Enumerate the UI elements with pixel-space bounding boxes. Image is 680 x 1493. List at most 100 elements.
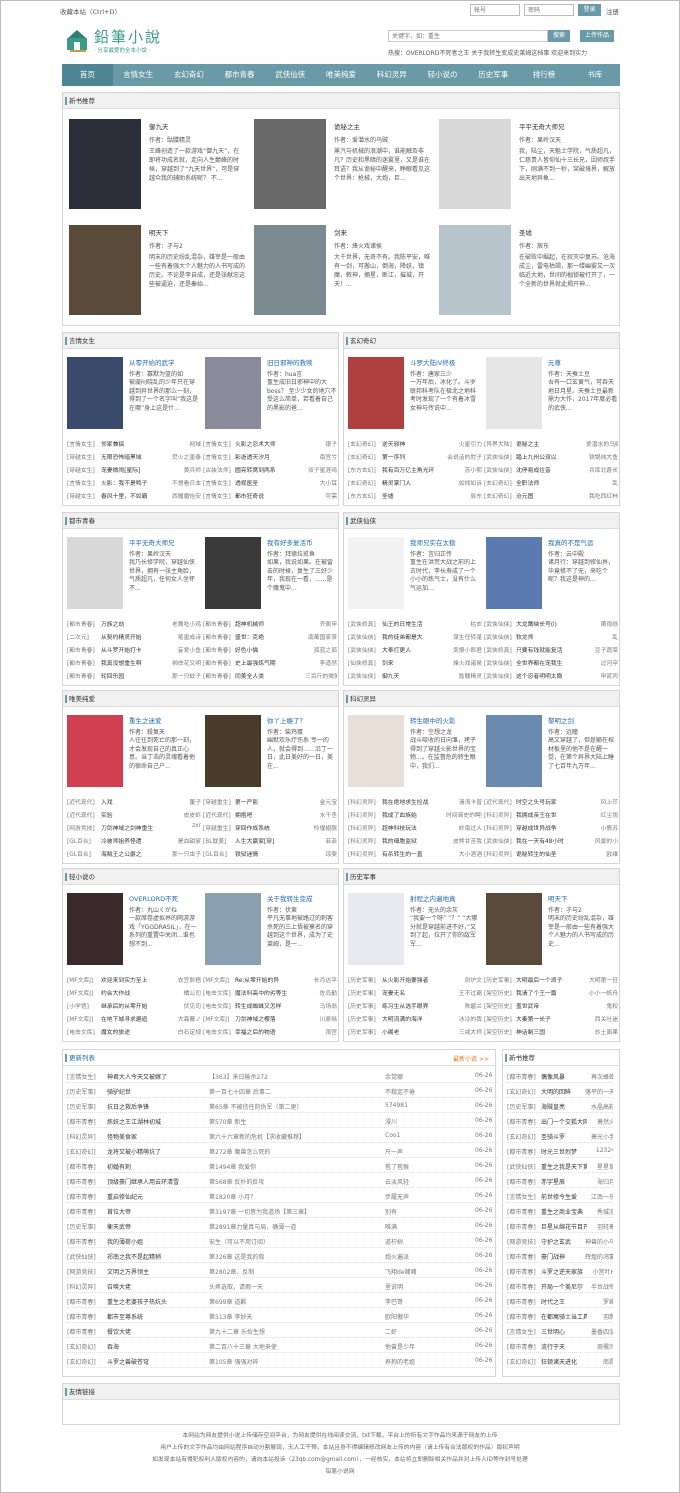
author-name[interactable]: 苏小熙 xyxy=(446,465,482,474)
author-name[interactable]: 小鹿苏 xyxy=(586,823,618,832)
category-tag[interactable]: [武侠仙侠] xyxy=(484,836,516,845)
author-name[interactable]: 冰冷的我 xyxy=(446,1014,482,1023)
category-tag[interactable]: [武侠仙侠] xyxy=(348,632,382,641)
book-title[interactable]: 重生之迷爱 xyxy=(129,715,162,725)
category-tag[interactable]: [科幻灵异] xyxy=(348,836,382,845)
author-name[interactable]: 如倾如诉 xyxy=(446,478,482,487)
book-link[interactable]: 大龙鹰峡长号(l) xyxy=(516,619,586,628)
book-link[interactable]: 我拥成亲王在世 xyxy=(516,810,586,819)
category-tag[interactable]: [MF文库J] xyxy=(67,1014,101,1023)
category-tag[interactable]: [玄幻奇幻] xyxy=(484,491,516,500)
book-link[interactable]: 全世界都在宠我生 xyxy=(516,658,586,667)
category-tag[interactable]: [言情女生] xyxy=(67,478,101,487)
category-tag[interactable]: [MF文库J] xyxy=(67,988,101,997)
book-cover[interactable] xyxy=(254,119,326,209)
book-link[interactable]: 火影：我不是鸭子 xyxy=(101,478,165,487)
author-name[interactable]: 柳岸花又明 xyxy=(165,658,201,667)
author-name[interactable]: 炒土面果 xyxy=(586,1027,618,1036)
book-link[interactable]: 仙王的日常生活 xyxy=(382,619,446,628)
author-name[interactable]: 妄爱小鱼 xyxy=(165,645,201,654)
book-cover[interactable] xyxy=(348,893,404,965)
book-title[interactable]: 剑来 xyxy=(334,227,347,237)
book-link[interactable]: 宠妻微闹[星际] xyxy=(101,465,165,474)
book-link[interactable]: 从契约精灵开始 xyxy=(101,632,165,641)
book-link[interactable]: 踏上九州公双以 xyxy=(516,452,586,461)
category-tag[interactable]: [武侠仙侠] xyxy=(484,619,516,628)
password-input[interactable] xyxy=(524,4,574,16)
book-title[interactable]: 诡秘之主 xyxy=(334,121,360,131)
author-name[interactable]: 烽火戏诸侯 xyxy=(446,658,482,667)
author-name[interactable]: 大森藤ノ xyxy=(165,1014,201,1023)
login-button[interactable]: 登录 xyxy=(578,4,601,16)
book-link[interactable]: 穿越成世异战争 xyxy=(516,823,586,832)
book-title[interactable]: 斗罗大陆IV终极 xyxy=(410,357,455,367)
book-link[interactable]: 我真没想重生啊 xyxy=(101,658,165,667)
book-link[interactable]: 逆天邪神 xyxy=(382,439,446,448)
book-link[interactable]: 从火影开始要强者 xyxy=(382,975,446,984)
nav-item[interactable]: 武侠仙侠 xyxy=(265,64,316,86)
category-tag[interactable]: [科幻灵异] xyxy=(348,849,382,858)
book-link[interactable]: 人生大赢家[穿] xyxy=(235,836,305,845)
book-link[interactable]: 沈停易成往昔 xyxy=(516,465,586,474)
category-tag[interactable]: [网游竞技] xyxy=(67,823,101,832)
book-link[interactable]: 圆亮转窝到两系 xyxy=(235,465,305,474)
book-title[interactable]: 关于我转生变成 xyxy=(267,893,313,903)
account-input[interactable] xyxy=(470,4,520,16)
category-tag[interactable]: [都市青春] xyxy=(203,632,235,641)
nav-item[interactable]: 排行榜 xyxy=(519,64,570,86)
author-name[interactable]: 我吃西红柿 xyxy=(586,491,618,500)
book-link[interactable]: 狂顿诸天进化 xyxy=(541,1357,587,1366)
book-link[interactable]: 餐饮大佬 xyxy=(107,1327,207,1336)
book-link[interactable]: 祁南之我不是起精稍 xyxy=(107,1252,207,1261)
book-card[interactable]: 御九天 作者：骷髅精灵 王峰创造了一款游戏“御九天”，在即将功成名就，走向人生巅峰的… xyxy=(69,119,249,217)
category-tag[interactable]: [科幻灵异] xyxy=(484,823,516,832)
book-link[interactable]: 海贼王之公爵之 xyxy=(101,849,165,858)
category-tag[interactable]: [科幻灵异] xyxy=(348,797,382,806)
author-name[interactable]: 齐佩甲 xyxy=(305,619,337,628)
book-link[interactable]: 召唤大佬 xyxy=(107,1282,207,1291)
chapter-link[interactable]: 第二百八十三章 大地来使 xyxy=(209,1342,379,1351)
author-name[interactable]: 皮皮虾 xyxy=(165,810,201,819)
category-tag[interactable]: [电击文库] xyxy=(203,1001,235,1010)
author-name[interactable]: 水千丞 xyxy=(305,810,337,819)
book-link[interactable]: 文明之万界领主 xyxy=(107,1267,207,1276)
book-title[interactable]: 御九天 xyxy=(149,121,169,131)
book-cover[interactable] xyxy=(69,225,141,315)
category-tag[interactable]: [BL耽美] xyxy=(203,836,235,845)
book-link[interactable]: 我在一天有48小时 xyxy=(516,836,586,845)
book-title[interactable]: 平平无奇大师兄 xyxy=(519,121,565,131)
author-name[interactable]: 三百斤的微笑 xyxy=(305,671,337,680)
author-name[interactable]: 剑炉文 xyxy=(446,975,482,984)
book-title[interactable]: 平平无奇大师兄 xyxy=(129,537,175,547)
category-tag[interactable]: [都市青春] xyxy=(203,658,235,667)
nav-item[interactable]: 历史军事 xyxy=(468,64,519,86)
author-name[interactable]: 雨宫 xyxy=(305,1027,337,1036)
book-title[interactable]: 旧日邪神的救赎 xyxy=(267,357,313,367)
book-card[interactable]: 平平无奇大师兄 作者：果岭汉天 我，陆尘，天魁土学院，气质超凡，仁慈贵人皆仰仙十三长… xyxy=(439,119,619,217)
book-cover[interactable] xyxy=(486,537,542,609)
author-name[interactable]: 黄兵师 xyxy=(165,465,201,474)
book-link[interactable]: 练习生从选手眼界 xyxy=(382,1001,446,1010)
category-tag[interactable]: [东方玄幻] xyxy=(348,491,382,500)
book-link[interactable]: 约会大作战 xyxy=(101,988,165,997)
author-name[interactable]: 伏见司 xyxy=(165,1001,201,1010)
book-link[interactable]: 刀剑神域之剑神重生 xyxy=(101,823,165,832)
category-tag[interactable]: [小学馆] xyxy=(67,1001,101,1010)
category-tag[interactable]: [近代现代] xyxy=(67,810,101,819)
author-name[interactable]: 风景的小 xyxy=(586,836,618,845)
book-link[interactable]: 抗日之救后争锋 xyxy=(107,1102,207,1111)
category-tag[interactable]: [电击文库] xyxy=(67,1027,101,1036)
book-link[interactable]: 我成了血族始 xyxy=(382,810,446,819)
chapter-link[interactable]: 第1494章 我爱你 xyxy=(209,1162,379,1171)
book-link[interactable]: 宠妻无名 xyxy=(382,988,446,997)
author-name[interactable]: 南宫兮 xyxy=(305,452,337,461)
category-tag[interactable]: [武侠仙侠] xyxy=(484,671,516,680)
author-name[interactable]: 大明第一狂 xyxy=(586,975,618,984)
author-name[interactable]: 是血甜宴 xyxy=(165,836,201,845)
author-name[interactable]: 爱潜水的乌贼 xyxy=(586,439,618,448)
category-tag[interactable]: [科幻灵异] xyxy=(484,810,516,819)
chapter-link[interactable]: 第六十六章新的危机【求收藏推荐】 xyxy=(209,1132,379,1141)
book-link[interactable]: 大奉打更人 xyxy=(382,645,446,654)
book-link[interactable]: 诡秘之主 xyxy=(516,439,586,448)
book-link[interactable]: 海贼皇亮 xyxy=(541,1102,587,1111)
